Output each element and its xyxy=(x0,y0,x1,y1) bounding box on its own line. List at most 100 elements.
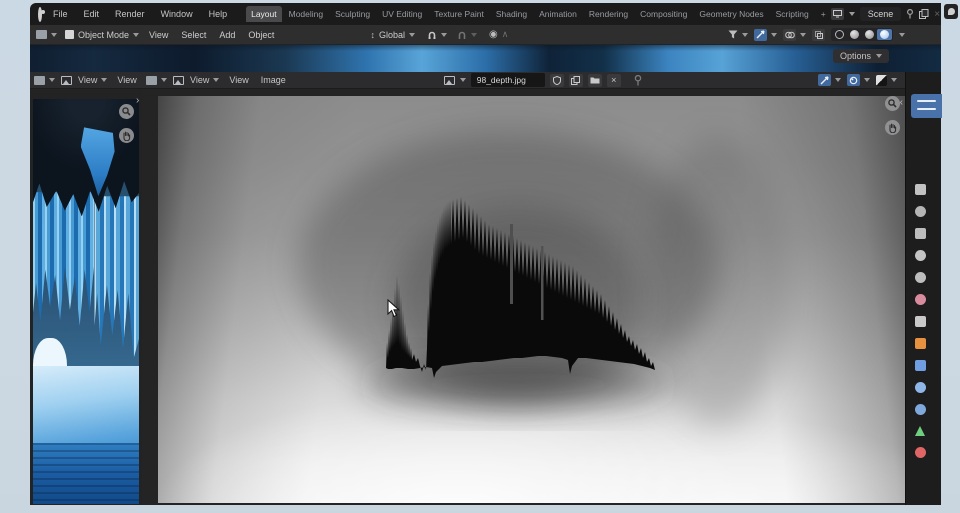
mode-label: Object Mode xyxy=(78,29,130,40)
orientation-dropdown-icon[interactable] xyxy=(408,32,415,37)
image-mode-selector[interactable]: View xyxy=(190,75,220,85)
workspace-tab-scripting[interactable]: Scripting xyxy=(771,6,814,22)
options-label: Options xyxy=(839,51,871,61)
pan-button-image-editor[interactable] xyxy=(885,120,900,135)
snap-target-icon[interactable] xyxy=(457,30,477,40)
options-button[interactable]: Options xyxy=(832,49,889,63)
new-scene-icon[interactable] xyxy=(919,9,929,19)
viewport-menu-object[interactable]: Object xyxy=(248,30,274,40)
gizmos-toggle[interactable] xyxy=(754,28,777,41)
workspace-tab-modeling[interactable]: Modeling xyxy=(284,6,329,22)
scene-dropdown-icon[interactable] xyxy=(848,12,855,16)
display-channels-icon[interactable] xyxy=(876,74,897,86)
editor-type-icon[interactable] xyxy=(36,30,47,39)
zoom-button-image-editor[interactable] xyxy=(885,96,900,111)
workspace-tab-sculpting[interactable]: Sculpting xyxy=(330,6,375,22)
region-collapse-left-icon[interactable]: ‹ xyxy=(900,98,903,108)
editor-type-dropdown-icon[interactable] xyxy=(51,32,57,37)
viewport-menu-select[interactable]: Select xyxy=(181,30,206,40)
workspace-tab-layout[interactable]: Layout xyxy=(246,6,282,22)
pan-button-left-editor[interactable] xyxy=(119,128,134,143)
image-editor-menu-image[interactable]: Image xyxy=(261,75,286,85)
reference-image[interactable] xyxy=(33,99,139,504)
workspace-tab-+[interactable]: + xyxy=(816,6,831,22)
image-name-field[interactable]: 98_depth.jpg xyxy=(470,73,545,87)
properties-tab-tool[interactable] xyxy=(915,184,926,195)
visibility-filter-icon[interactable] xyxy=(728,30,748,39)
properties-tab-particles[interactable] xyxy=(915,382,926,393)
scene-name-field[interactable]: Scene xyxy=(859,7,902,21)
image-editor-type-icon[interactable] xyxy=(146,75,157,85)
image-editor-menu-view[interactable]: View xyxy=(229,75,248,85)
image-thumb-icon xyxy=(173,75,184,85)
image-editor-type-dropdown-icon[interactable] xyxy=(161,78,167,82)
viewport-menu-add[interactable]: Add xyxy=(219,30,235,40)
xray-toggle[interactable] xyxy=(812,28,825,41)
overlays-toggle[interactable] xyxy=(783,28,806,41)
viewport-3d-strip[interactable]: Options xyxy=(30,45,941,72)
properties-tab-modifiers[interactable] xyxy=(915,360,926,371)
scene-browse-icon[interactable] xyxy=(830,8,844,20)
menu-render[interactable]: Render xyxy=(108,7,152,21)
topbar-menus: File Edit Render Window Help xyxy=(46,7,234,21)
shading-material-button[interactable] xyxy=(862,29,877,40)
mode-dropdown-icon xyxy=(133,32,140,37)
menu-edit[interactable]: Edit xyxy=(77,7,107,21)
left-editor-type-dropdown-icon[interactable] xyxy=(49,78,55,82)
left-editor-type-icon[interactable] xyxy=(34,75,45,85)
fake-user-icon[interactable] xyxy=(549,73,564,87)
workspace-tab-shading[interactable]: Shading xyxy=(491,6,532,22)
properties-tab-object[interactable] xyxy=(915,338,926,349)
properties-tab-render[interactable] xyxy=(915,206,926,217)
proportional-editing-icon[interactable]: ◉ xyxy=(489,29,498,40)
properties-tab-view-layer[interactable] xyxy=(915,250,926,261)
snap-magnet-icon[interactable] xyxy=(427,30,437,40)
left-editor-menu-view[interactable]: View xyxy=(117,75,136,85)
shading-rendered-button[interactable] xyxy=(877,29,892,40)
properties-tab-physics[interactable] xyxy=(915,404,926,415)
workspace-tab-animation[interactable]: Animation xyxy=(534,6,582,22)
unlink-scene-icon[interactable]: × xyxy=(934,9,940,20)
properties-tab-object-data[interactable] xyxy=(915,426,925,436)
properties-tab-scene[interactable] xyxy=(915,272,926,283)
pin-icon[interactable] xyxy=(906,9,914,19)
window-corner-icon[interactable] xyxy=(944,4,958,19)
orientation-label[interactable]: Global xyxy=(379,30,405,40)
blender-logo-icon[interactable] xyxy=(38,6,45,22)
workspace-tab-texture-paint[interactable]: Texture Paint xyxy=(429,6,489,22)
workspace-tab-compositing[interactable]: Compositing xyxy=(635,6,692,22)
image-gizmos-toggle[interactable] xyxy=(818,74,841,86)
properties-tab-material[interactable] xyxy=(915,447,926,458)
image-overlays-toggle[interactable] xyxy=(847,74,870,86)
left-image-thumb-icon xyxy=(61,75,72,85)
browse-image-icon[interactable] xyxy=(443,75,455,85)
mode-selector[interactable]: Object Mode xyxy=(65,29,140,40)
workspace-tab-rendering[interactable]: Rendering xyxy=(584,6,633,22)
properties-tab-collection[interactable] xyxy=(915,316,926,327)
unlink-image-icon[interactable]: × xyxy=(606,73,621,87)
pin-image-icon[interactable] xyxy=(634,74,642,86)
browse-image-dropdown-icon[interactable] xyxy=(459,78,466,82)
scene-cluster: Scene × xyxy=(830,7,940,21)
viewport-menu-view[interactable]: View xyxy=(149,30,168,40)
shading-dropdown-icon[interactable] xyxy=(899,32,905,37)
region-collapse-right-icon[interactable]: › xyxy=(136,96,139,106)
zoom-button-left-editor[interactable] xyxy=(119,104,134,119)
new-image-icon[interactable] xyxy=(568,73,583,87)
menu-help[interactable]: Help xyxy=(202,7,235,21)
snap-dropdown-icon[interactable] xyxy=(440,32,447,37)
properties-tab-output[interactable] xyxy=(915,228,926,239)
workspace-tab-geometry-nodes[interactable]: Geometry Nodes xyxy=(694,6,768,22)
left-mode-selector[interactable]: View xyxy=(78,75,108,85)
depth-map-shapes xyxy=(298,131,788,426)
workspace-tab-uv-editing[interactable]: UV Editing xyxy=(377,6,427,22)
menu-file[interactable]: File xyxy=(46,7,75,21)
depth-map-image[interactable] xyxy=(158,96,905,503)
falloff-icon[interactable]: ∧ xyxy=(502,29,509,40)
open-image-icon[interactable] xyxy=(587,73,602,87)
properties-active-tab[interactable] xyxy=(911,94,942,118)
menu-window[interactable]: Window xyxy=(154,7,200,21)
shading-solid-button[interactable] xyxy=(847,29,862,40)
shading-wireframe-button[interactable] xyxy=(832,29,847,40)
properties-tab-world[interactable] xyxy=(915,294,926,305)
